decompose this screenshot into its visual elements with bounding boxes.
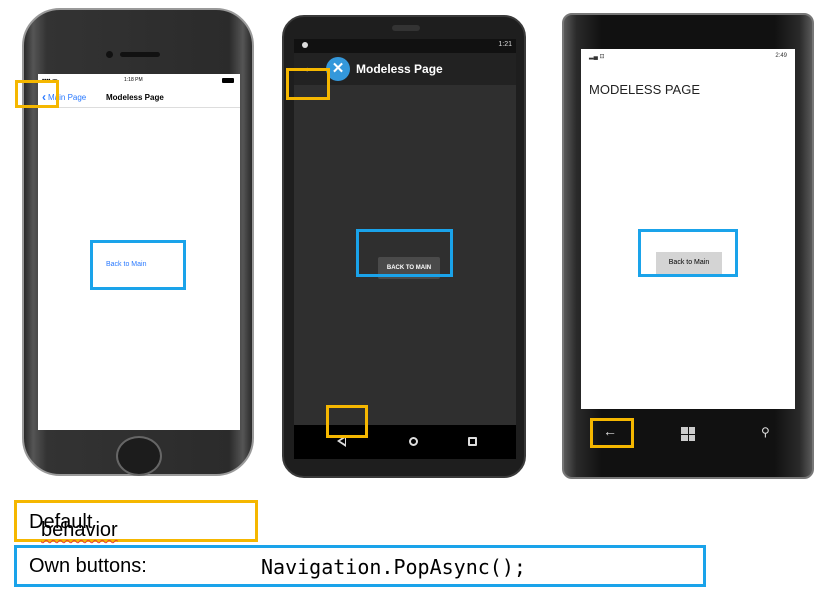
legend-default-behavior-word: behavior (41, 519, 118, 541)
windows-logo-icon[interactable] (681, 427, 695, 441)
earpiece (392, 25, 420, 31)
ios-navigation-bar: ‹ Main Page Modeless Page (38, 88, 240, 108)
ios-page-title: Modeless Page (106, 93, 164, 102)
legend-default-behavior: Default behavior (14, 500, 258, 542)
default-behavior-highlight-wp (590, 418, 634, 448)
own-button-highlight-ios (90, 240, 186, 290)
own-button-highlight-wp (638, 229, 738, 277)
legend-default-behavior-label: Default behavior (29, 511, 118, 541)
android-page-title: Modeless Page (356, 62, 443, 76)
ios-status-bar: •••• ᯤ 1:18 PM (38, 76, 240, 86)
nav-recents-icon[interactable] (468, 437, 477, 446)
legend-own-buttons: Own buttons: Navigation.PopAsync(); (14, 545, 706, 587)
speaker-grille (120, 52, 160, 57)
own-button-highlight-android (356, 229, 453, 277)
android-status-time: 1:21 (498, 41, 512, 48)
signal-icon: ▂▄ ⊡ (589, 54, 605, 60)
nav-back-icon-inner (340, 438, 345, 444)
wp-status-bar: ▂▄ ⊡ 2:49 (581, 49, 795, 63)
wp-status-time: 2:49 (775, 53, 787, 59)
search-icon[interactable]: ⚲ (761, 425, 770, 439)
notification-icon (302, 42, 308, 48)
nav-home-icon[interactable] (409, 437, 418, 446)
battery-icon (222, 78, 234, 83)
legend-own-buttons-label: Own buttons: (29, 555, 147, 577)
default-behavior-highlight-android-bottom (326, 405, 368, 438)
default-behavior-highlight-ios (15, 80, 59, 108)
ios-status-time: 1:18 PM (124, 77, 143, 83)
default-behavior-highlight-android-top (286, 68, 330, 100)
camera-icon (106, 51, 113, 58)
home-button[interactable] (116, 436, 162, 476)
wp-page-title: MODELESS PAGE (589, 82, 701, 97)
legend-code: Navigation.PopAsync(); (261, 555, 526, 579)
android-status-bar: 1:21 (294, 39, 516, 53)
